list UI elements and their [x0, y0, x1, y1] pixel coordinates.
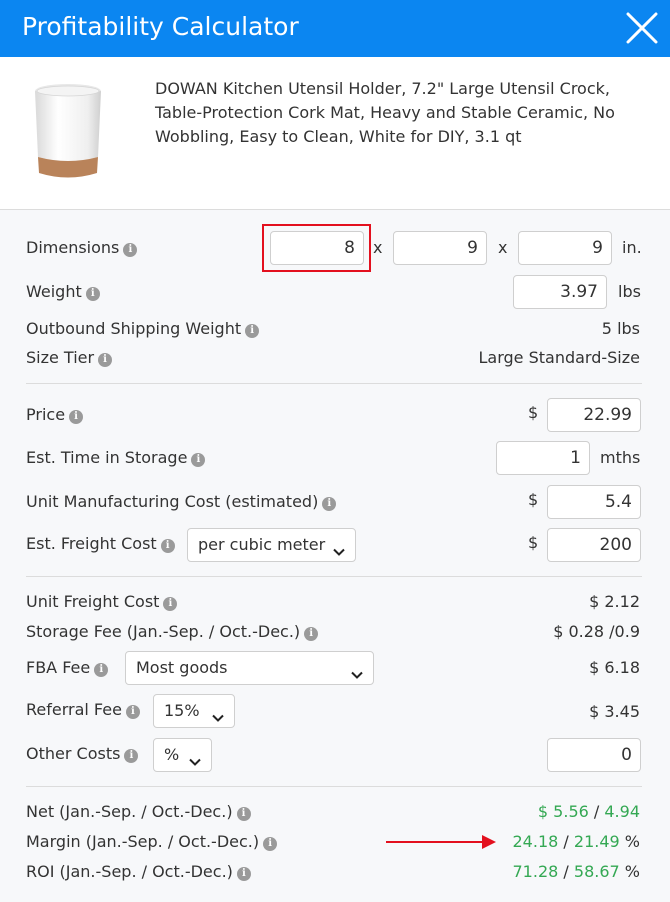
margin-separator: /: [563, 832, 569, 851]
storage-fee-label: Storage Fee (Jan.-Sep. / Oct.-Dec.) i: [26, 622, 319, 642]
dimension-width-input[interactable]: 9: [393, 231, 487, 265]
weight-unit: lbs: [618, 282, 641, 301]
other-costs-input[interactable]: 0: [547, 738, 641, 772]
margin-label: Margin (Jan.-Sep. / Oct.-Dec.) i: [26, 832, 278, 852]
fba-fee-value: $ 6.18: [589, 658, 640, 677]
arrow-annotation: [386, 832, 498, 857]
net-label: Net (Jan.-Sep. / Oct.-Dec.) i: [26, 802, 251, 822]
header-title: Profitability Calculator: [22, 12, 299, 41]
info-icon[interactable]: i: [125, 705, 140, 719]
net-separator: /: [593, 802, 600, 821]
dimensions-label: Dimensions i: [26, 238, 138, 258]
net-value-jan-sep: 5.56: [553, 802, 589, 821]
freight-cost-label: Est. Freight Cost i: [26, 534, 175, 554]
dimension-separator: x: [498, 238, 508, 257]
dimension-height-input[interactable]: 9: [518, 231, 612, 265]
price-currency: $: [528, 403, 539, 422]
info-icon[interactable]: i: [94, 663, 109, 677]
other-costs-unit-select[interactable]: %: [153, 738, 212, 772]
info-icon[interactable]: i: [236, 807, 251, 821]
referral-rate-select[interactable]: 15%: [153, 694, 235, 728]
info-icon[interactable]: i: [191, 453, 206, 467]
info-icon[interactable]: i: [160, 539, 175, 553]
close-icon[interactable]: [622, 8, 662, 48]
roi-unit: %: [624, 862, 640, 881]
size-tier-label: Size Tier i: [26, 348, 113, 368]
info-icon[interactable]: i: [263, 837, 278, 851]
roi-separator: /: [563, 862, 569, 881]
info-icon[interactable]: i: [69, 410, 84, 424]
freight-currency: $: [528, 533, 539, 552]
info-icon[interactable]: i: [236, 867, 251, 881]
margin-value-oct-dec: 21.49: [573, 832, 620, 851]
roi-value-jan-sep: 71.28: [512, 862, 559, 881]
info-icon[interactable]: i: [123, 243, 138, 257]
other-costs-unit-value: %: [164, 745, 180, 764]
fba-category-select[interactable]: Most goods: [125, 651, 374, 685]
margin-unit: %: [624, 832, 640, 851]
weight-label: Weight i: [26, 282, 100, 302]
referral-rate-value: 15%: [164, 701, 200, 720]
net-currency: $: [537, 802, 549, 821]
price-input[interactable]: 22.99: [547, 398, 641, 432]
freight-cost-input[interactable]: 200: [547, 528, 641, 562]
net-value-oct-dec: 4.94: [604, 802, 640, 821]
outbound-weight-value: 5 lbs: [601, 319, 640, 338]
weight-input[interactable]: 3.97: [513, 275, 607, 309]
divider: [26, 576, 642, 577]
referral-fee-label: Referral Fee i: [26, 700, 140, 720]
chevron-down-icon: [211, 704, 225, 722]
product-name: DOWAN Kitchen Utensil Holder, 7.2" Large…: [155, 79, 615, 146]
calculator-header: Profitability Calculator: [0, 0, 670, 57]
fba-category-value: Most goods: [136, 658, 228, 677]
dimension-unit: in.: [622, 238, 642, 257]
info-icon[interactable]: i: [124, 749, 139, 763]
info-icon[interactable]: i: [163, 597, 178, 611]
product-summary: DOWAN Kitchen Utensil Holder, 7.2" Large…: [0, 57, 670, 210]
margin-value: 24.18 / 21.49 %: [513, 832, 641, 852]
chevron-down-icon: [350, 661, 364, 679]
freight-mode-value: per cubic meter: [198, 535, 326, 554]
fba-fee-label: FBA Fee i: [26, 658, 109, 678]
freight-mode-select[interactable]: per cubic meter: [187, 528, 356, 562]
manufacturing-currency: $: [528, 490, 539, 509]
manufacturing-cost-input[interactable]: 5.4: [547, 485, 641, 519]
info-icon[interactable]: i: [85, 287, 100, 301]
storage-time-unit: mths: [600, 448, 641, 467]
outbound-weight-label: Outbound Shipping Weight i: [26, 319, 260, 339]
divider: [26, 786, 642, 787]
storage-fee-value: $ 0.28 /0.9: [553, 622, 640, 641]
highlight-box: [262, 224, 371, 272]
roi-value: 71.28 / 58.67 %: [513, 862, 641, 882]
roi-label: ROI (Jan.-Sep. / Oct.-Dec.) i: [26, 862, 251, 882]
info-icon[interactable]: i: [322, 497, 337, 511]
unit-freight-value: $ 2.12: [589, 592, 640, 611]
info-icon[interactable]: i: [245, 324, 260, 338]
utensil-crock-image: [28, 81, 118, 191]
unit-freight-label: Unit Freight Cost i: [26, 592, 178, 612]
referral-fee-value: $ 3.45: [589, 702, 640, 721]
roi-value-oct-dec: 58.67: [573, 862, 620, 881]
info-icon[interactable]: i: [304, 627, 319, 641]
price-label: Price i: [26, 405, 84, 425]
chevron-down-icon: [188, 748, 202, 766]
storage-time-input[interactable]: 1: [496, 441, 590, 475]
other-costs-label: Other Costs i: [26, 744, 139, 764]
chevron-down-icon: [332, 538, 346, 556]
storage-time-label: Est. Time in Storage i: [26, 448, 206, 468]
info-icon[interactable]: i: [98, 353, 113, 367]
dimension-separator: x: [373, 238, 383, 257]
divider: [26, 383, 642, 384]
size-tier-value: Large Standard-Size: [478, 348, 640, 367]
margin-value-jan-sep: 24.18: [512, 832, 559, 851]
net-value: $ 5.56 / 4.94: [538, 802, 640, 822]
manufacturing-cost-label: Unit Manufacturing Cost (estimated) i: [26, 492, 337, 512]
